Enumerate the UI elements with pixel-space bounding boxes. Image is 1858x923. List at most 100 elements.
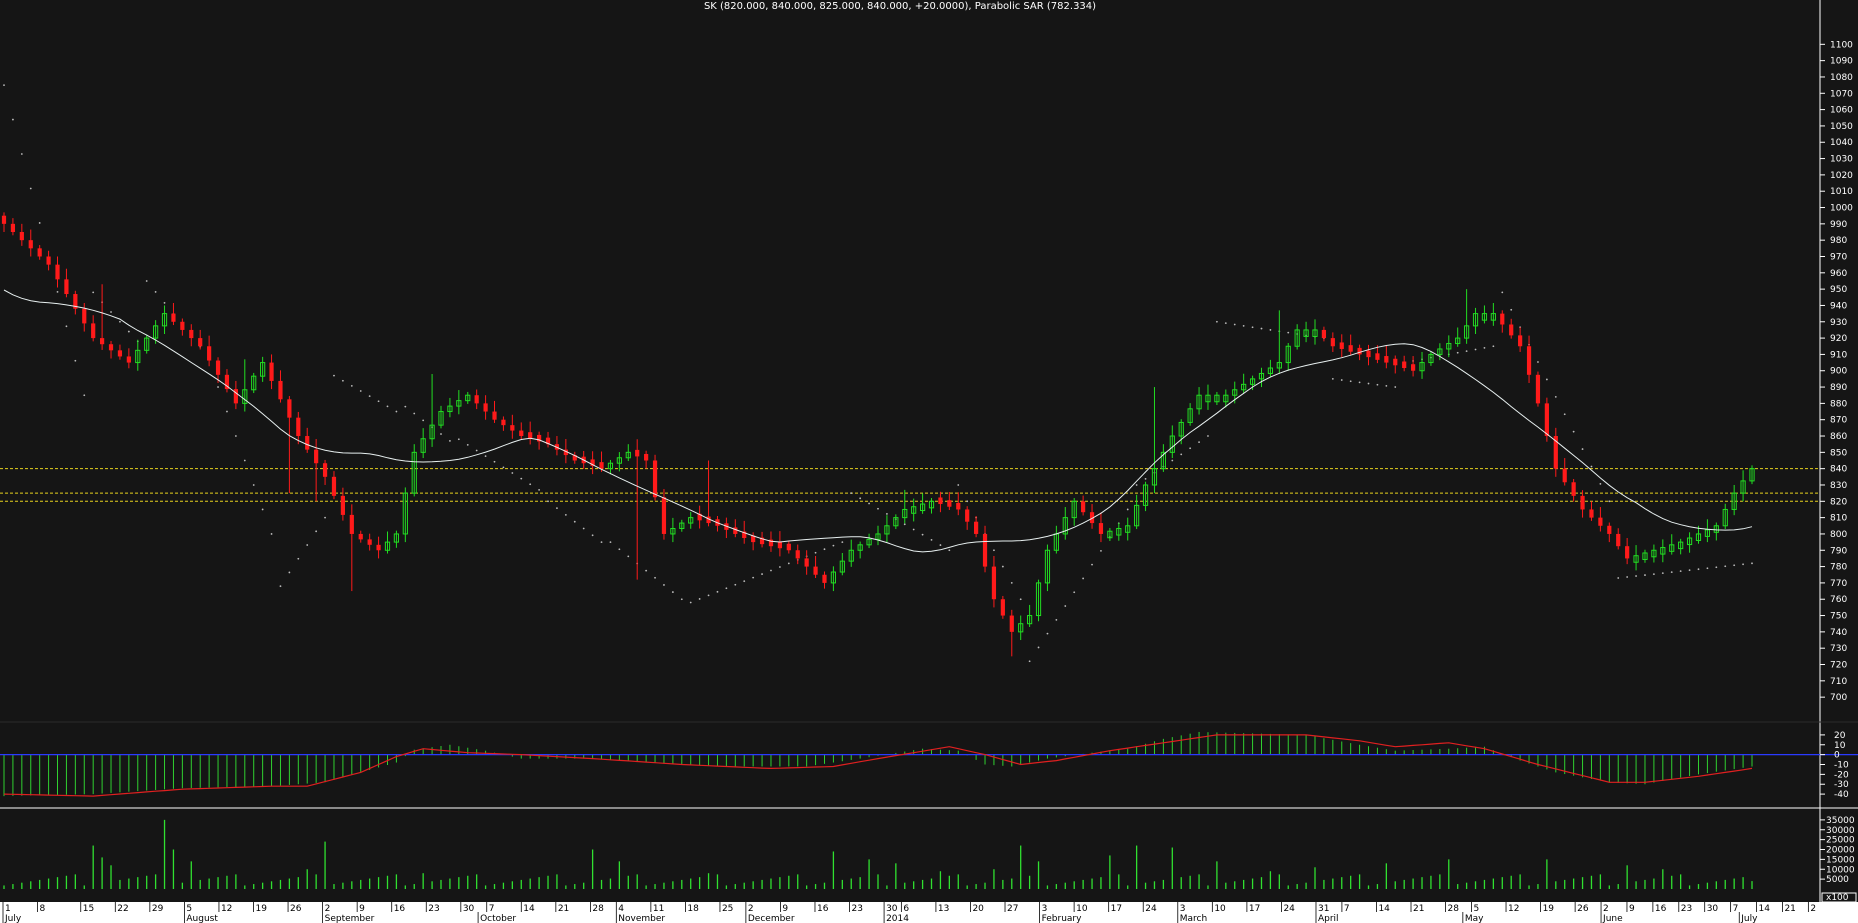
date-tick-label: 9	[1629, 904, 1635, 914]
candle-body-down	[1357, 347, 1362, 355]
sar-dot	[466, 444, 469, 446]
candle-body-down	[1, 215, 7, 224]
date-tick-label: 7	[1733, 904, 1739, 914]
candle-body-down	[180, 321, 185, 330]
sar-dot	[1331, 377, 1334, 380]
date-tick-label: 10	[1076, 904, 1088, 914]
sar-dot	[1688, 569, 1691, 572]
candle-body-down	[198, 338, 203, 347]
date-tick-label: 25	[722, 904, 733, 914]
candle-body-down	[947, 500, 952, 507]
stock-chart: SK (820.000, 840.000, 825.000, 840.000, …	[0, 0, 1858, 923]
price-tick-label: 740	[1830, 628, 1847, 638]
candle-body-down	[1509, 324, 1514, 336]
date-tick-label: 26	[1577, 904, 1589, 914]
candle-body-down	[1393, 358, 1398, 366]
price-tick-label: 920	[1830, 334, 1847, 344]
sar-dot	[1483, 346, 1486, 349]
date-tick-label: 24	[1145, 904, 1157, 914]
price-tick-label: 1000	[1830, 204, 1853, 214]
price-tick-label: 930	[1830, 318, 1847, 328]
sar-dot	[939, 544, 942, 546]
candle-body-down	[296, 417, 301, 437]
date-tick-label: 14	[523, 904, 535, 914]
date-tick-label: 5	[186, 904, 192, 914]
date-tick-label: 21	[1413, 904, 1424, 914]
price-tick-label: 990	[1830, 220, 1847, 230]
sar-dot	[1269, 329, 1272, 331]
candle-body-down	[171, 313, 176, 322]
price-tick-label: 950	[1830, 285, 1847, 295]
candle-body-down	[1339, 342, 1344, 349]
sar-dot	[1367, 382, 1370, 385]
candle-body-down	[1571, 482, 1576, 496]
macd-tick-label: 10	[1834, 741, 1846, 751]
sar-dot	[1233, 323, 1236, 326]
price-tick-label: 1070	[1830, 89, 1853, 99]
sar-dot	[1617, 577, 1620, 579]
candle-body-down	[1000, 599, 1005, 616]
sar-dot	[234, 435, 237, 437]
candle-body-down	[599, 462, 604, 469]
date-tick-label: 2	[1603, 904, 1609, 914]
sar-dot	[217, 386, 219, 388]
sar-dot	[288, 571, 291, 574]
sar-dot	[261, 508, 264, 511]
candle-body-down	[1544, 403, 1549, 437]
candle-body-down	[64, 279, 69, 295]
date-tick-label: 14	[1378, 904, 1390, 914]
volume-tick-label: 10000	[1826, 865, 1855, 875]
price-tick-label: 1060	[1830, 106, 1853, 116]
volume-tick-label: 5000	[1826, 875, 1849, 885]
sar-dot	[1010, 582, 1013, 584]
candle-body-down	[1384, 356, 1389, 363]
sar-dot	[1135, 484, 1138, 486]
candle-body-down	[938, 497, 943, 505]
sar-dot	[297, 557, 300, 560]
sar-dot	[1554, 395, 1557, 398]
date-tick-label: 9	[359, 904, 365, 914]
volume-tick-label: 20000	[1826, 846, 1855, 856]
price-tick-label: 960	[1830, 269, 1847, 279]
price-tick-label: 970	[1830, 252, 1847, 262]
date-tick-label: 15	[83, 904, 94, 914]
sar-dot	[1679, 570, 1682, 573]
sar-dot	[1670, 571, 1673, 574]
macd-tick-label: 0	[1834, 751, 1840, 761]
date-tick-label: 11	[653, 904, 664, 914]
date-tick-label: 20	[972, 904, 984, 914]
date-tick-label: 17	[1111, 904, 1122, 914]
price-tick-label: 700	[1830, 693, 1847, 703]
date-tick-label: 9	[782, 904, 788, 914]
chart-title: SK (820.000, 840.000, 825.000, 840.000, …	[704, 1, 1096, 12]
sar-dot	[1126, 508, 1129, 511]
date-tick-label: 6	[903, 904, 909, 914]
candle-body-down	[965, 509, 970, 522]
price-tick-label: 850	[1830, 448, 1847, 458]
price-tick-label: 760	[1830, 595, 1847, 605]
sar-dot	[1082, 577, 1085, 580]
date-tick-label: 23	[1681, 904, 1692, 914]
sar-dot	[1251, 326, 1254, 329]
candle-body-down	[492, 411, 497, 420]
sar-dot	[1046, 632, 1049, 635]
candle-body-down	[108, 344, 114, 351]
sar-dot	[83, 394, 86, 397]
sar-dot	[252, 484, 255, 486]
macd-tick-label: -20	[1834, 770, 1849, 780]
sar-dot	[743, 580, 746, 583]
candle-body-down	[331, 476, 337, 496]
date-tick-label: 23	[852, 904, 863, 914]
sar-dot	[1545, 378, 1548, 381]
sar-dot	[65, 325, 68, 328]
volume-tick-label: 25000	[1826, 836, 1855, 846]
candle-body-down	[1009, 615, 1014, 632]
sar-dot	[395, 410, 398, 413]
sar-dot	[493, 460, 496, 463]
date-tick-label: 17	[1249, 904, 1260, 914]
sar-dot	[1706, 567, 1709, 570]
candle-body-down	[1518, 335, 1523, 347]
sar-dot	[912, 528, 915, 531]
macd-tick-label: -30	[1834, 780, 1849, 790]
candle-body-down	[349, 514, 354, 534]
